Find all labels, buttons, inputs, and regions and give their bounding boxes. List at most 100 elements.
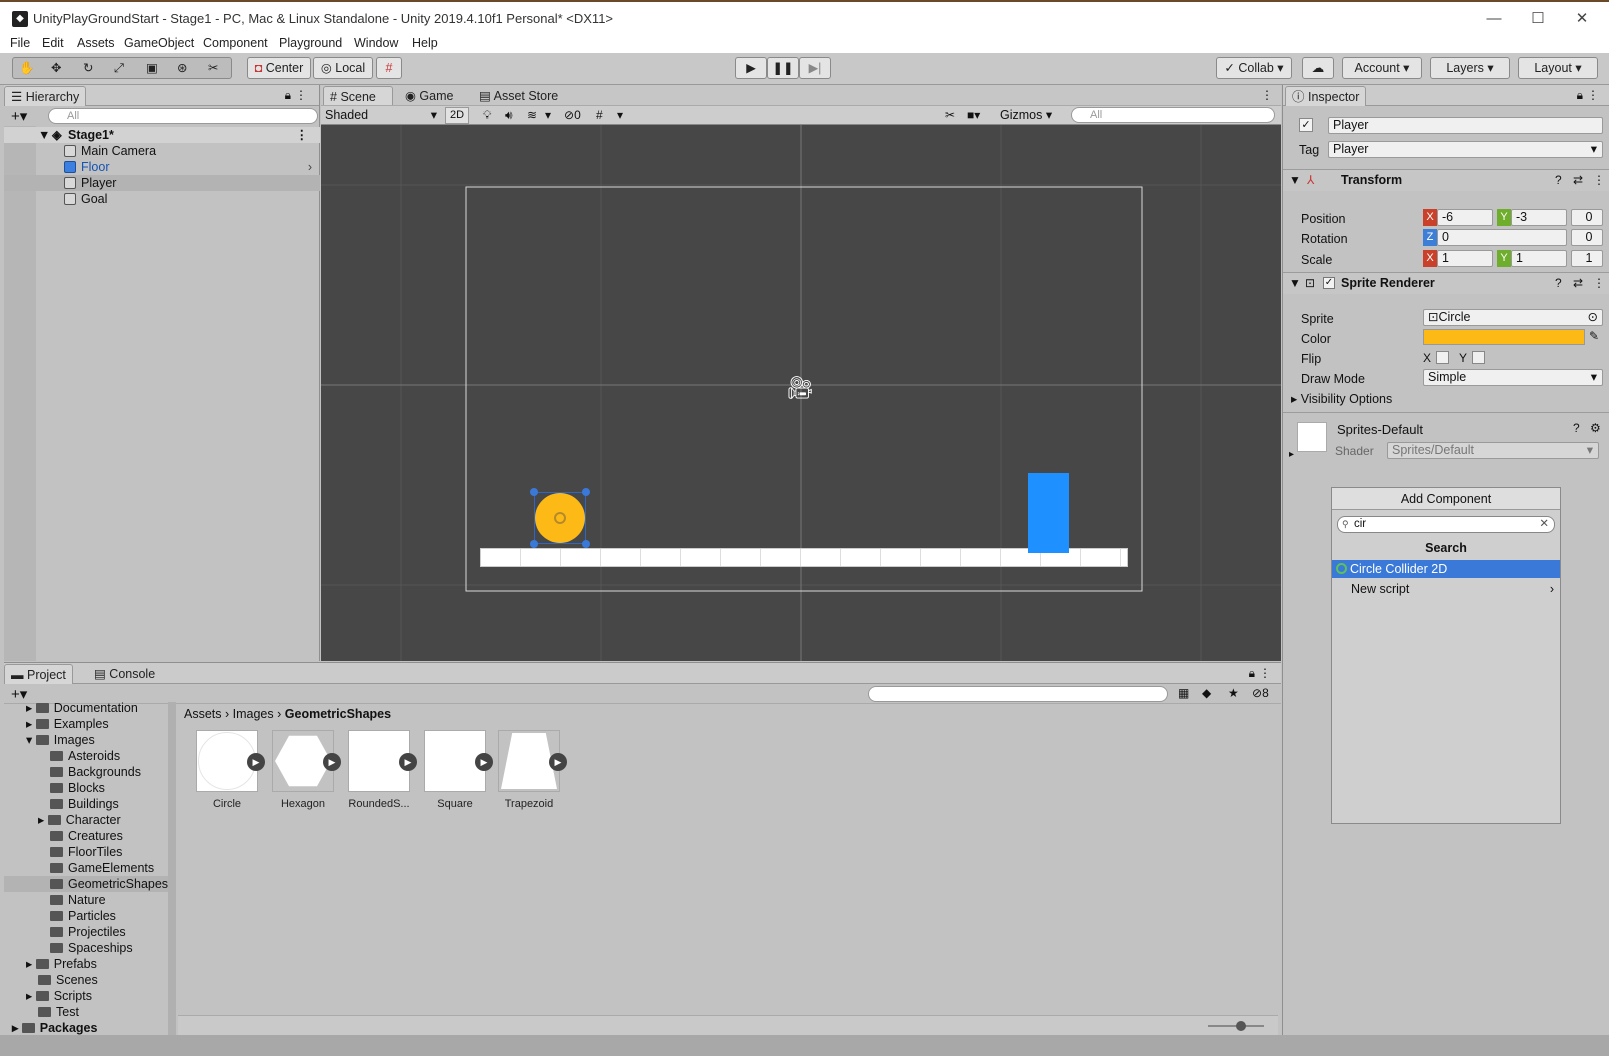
player-selection-box[interactable] xyxy=(530,488,590,548)
scene-menu-icon[interactable]: ⋮ xyxy=(296,127,309,143)
scale-x-field[interactable]: 1 xyxy=(1437,250,1493,267)
shading-dropdown[interactable]: Shaded ▾ xyxy=(323,107,441,124)
tree-item-projectiles[interactable]: Projectiles xyxy=(50,924,126,940)
transform-header[interactable]: ▼ ⅄ Transform ? ⇄ ⋮ xyxy=(1283,169,1609,191)
kebab-menu-icon[interactable]: ⋮ xyxy=(1587,88,1599,102)
layers-dropdown[interactable]: Layers ▾ xyxy=(1430,57,1510,79)
tree-item-packages[interactable]: ▸ Packages xyxy=(12,1020,97,1036)
collab-dropdown[interactable]: ✓ Collab ▾ xyxy=(1216,57,1292,79)
tree-item-geometricshapes[interactable]: GeometricShapes xyxy=(4,876,175,892)
step-button[interactable]: ▶| xyxy=(799,57,831,79)
pivot-local-button[interactable]: ◎ Local xyxy=(313,57,373,79)
effects-icon[interactable]: ≋ xyxy=(527,108,537,122)
menu-help[interactable]: Help xyxy=(412,35,438,51)
scene-canvas[interactable]: 🎥︎ xyxy=(321,125,1281,661)
shader-dropdown[interactable]: Sprites/Default ▾ xyxy=(1387,442,1599,459)
tab-asset-store[interactable]: ▤ Asset Store xyxy=(473,86,564,106)
help-icon[interactable]: ? xyxy=(1555,173,1562,187)
visibility-options-foldout[interactable]: ▸ Visibility Options xyxy=(1291,391,1392,407)
tab-project[interactable]: ▬ Project xyxy=(4,664,73,684)
tree-item-floortiles[interactable]: FloorTiles xyxy=(50,844,122,860)
tree-item-examples[interactable]: ▸ Examples xyxy=(26,716,109,732)
gizmos-dropdown[interactable]: Gizmos ▾ xyxy=(997,107,1057,124)
project-search-input[interactable] xyxy=(868,686,1168,702)
scene-row[interactable]: ▼ ◈ Stage1* ⋮ xyxy=(4,127,320,143)
tree-item-particles[interactable]: Particles xyxy=(50,908,116,924)
tree-item-scenes[interactable]: Scenes xyxy=(38,972,98,988)
tab-console[interactable]: ▤ Console xyxy=(88,664,161,684)
flip-y-checkbox[interactable] xyxy=(1472,351,1485,364)
menu-edit[interactable]: Edit xyxy=(42,35,64,51)
asset-trapezoid[interactable]: ▶ Trapezoid xyxy=(498,730,567,810)
axis-y-label[interactable]: Y xyxy=(1497,250,1511,267)
menu-playground[interactable]: Playground xyxy=(279,35,342,51)
lock-icon[interactable]: 🔒︎ xyxy=(1249,666,1255,681)
close-icon[interactable]: ✕ xyxy=(1564,8,1600,30)
expand-play-icon[interactable]: ▶ xyxy=(323,753,341,771)
breadcrumb-images[interactable]: Images xyxy=(233,707,274,721)
tree-scrollbar[interactable] xyxy=(168,702,176,1036)
breadcrumb-assets[interactable]: Assets xyxy=(184,707,222,721)
axis-z-label[interactable]: Z xyxy=(1423,229,1437,246)
rotation-extra-field[interactable]: 0 xyxy=(1571,229,1603,246)
play-button[interactable]: ▶ xyxy=(735,57,767,79)
preset-icon[interactable]: ⇄ xyxy=(1573,276,1583,290)
favorite-star-icon[interactable]: ★ xyxy=(1228,686,1239,700)
tree-item-gameelements[interactable]: GameElements xyxy=(50,860,154,876)
component-menu-icon[interactable]: ⋮ xyxy=(1593,276,1605,290)
grid-snap-button[interactable]: # xyxy=(376,57,402,79)
menu-window[interactable]: Window xyxy=(354,35,398,51)
sprite-field[interactable]: ⊡Circle ⊙ xyxy=(1423,309,1603,326)
hierarchy-item-main-camera[interactable]: Main Camera xyxy=(4,143,320,159)
menu-gameobject[interactable]: GameObject xyxy=(124,35,194,51)
result-new-script[interactable]: New script › xyxy=(1332,580,1560,598)
kebab-menu-icon[interactable]: ⋮ xyxy=(295,88,307,102)
tab-hierarchy[interactable]: ☰ Hierarchy xyxy=(4,86,87,106)
expand-arrow-icon[interactable]: ▸ xyxy=(1289,449,1294,460)
tree-item-buildings[interactable]: Buildings xyxy=(50,796,119,812)
expand-play-icon[interactable]: ▶ xyxy=(247,753,265,771)
transform-tool-icon[interactable]: ⊛ xyxy=(177,58,187,78)
expand-play-icon[interactable]: ▶ xyxy=(475,753,493,771)
hand-tool-icon[interactable]: ✋ xyxy=(19,58,35,78)
clear-search-icon[interactable]: ✕ xyxy=(1539,517,1549,532)
hierarchy-search-input[interactable]: All xyxy=(48,108,318,124)
hidden-packages-icon[interactable]: ⊘8 xyxy=(1252,686,1269,700)
hierarchy-item-goal[interactable]: Goal xyxy=(4,191,320,207)
sprite-renderer-header[interactable]: ▼ ⊡ ✓ Sprite Renderer ? ⇄ ⋮ xyxy=(1283,272,1609,294)
camera-gizmo-icon[interactable]: 🎥︎ xyxy=(786,375,814,401)
asset-roundedsquare[interactable]: ▶ RoundedS... xyxy=(348,730,417,810)
component-menu-icon[interactable]: ⋮ xyxy=(1593,173,1605,187)
result-circle-collider-2d[interactable]: Circle Collider 2D xyxy=(1332,560,1560,578)
pivot-handle[interactable] xyxy=(554,512,566,524)
pivot-center-button[interactable]: ◘ Center xyxy=(247,57,311,79)
asset-square[interactable]: ▶ Square xyxy=(424,730,493,810)
toggle-2d-button[interactable]: 2D xyxy=(445,107,469,124)
chevron-right-icon[interactable]: › xyxy=(308,159,312,175)
tree-item-creatures[interactable]: Creatures xyxy=(50,828,123,844)
tree-item-documentation[interactable]: ▸ Documentation xyxy=(26,700,138,716)
filter-type-icon[interactable]: ▦ xyxy=(1178,686,1189,700)
scene-search-input[interactable]: All xyxy=(1071,107,1275,123)
scene-menu-kebab-icon[interactable]: ⋮ xyxy=(1261,88,1273,102)
tree-item-blocks[interactable]: Blocks xyxy=(50,780,105,796)
collapse-arrow-icon[interactable]: ▼ xyxy=(1289,173,1301,187)
scale-z-field[interactable]: 1 xyxy=(1571,250,1603,267)
layout-dropdown[interactable]: Layout ▾ xyxy=(1518,57,1598,79)
tab-scene[interactable]: # Scene xyxy=(323,86,393,106)
eyedropper-icon[interactable]: ✎ xyxy=(1589,329,1599,343)
hierarchy-item-floor[interactable]: Floor › xyxy=(4,159,320,175)
draw-mode-dropdown[interactable]: Simple ▾ xyxy=(1423,369,1603,386)
tree-item-images[interactable]: ▾ Images xyxy=(26,732,95,748)
axis-y-label[interactable]: Y xyxy=(1497,209,1511,226)
rect-tool-icon[interactable]: ▣ xyxy=(146,58,158,78)
tag-dropdown[interactable]: Player ▾ xyxy=(1328,141,1603,158)
color-swatch[interactable] xyxy=(1423,329,1585,345)
tree-item-prefabs[interactable]: ▸ Prefabs xyxy=(26,956,97,972)
expand-play-icon[interactable]: ▶ xyxy=(549,753,567,771)
scale-y-field[interactable]: 1 xyxy=(1511,250,1567,267)
create-plus-icon[interactable]: +▾ xyxy=(11,685,27,703)
active-checkbox[interactable]: ✓ xyxy=(1299,118,1313,132)
lock-icon[interactable]: 🔒︎ xyxy=(285,88,291,103)
lighting-icon[interactable]: 💡︎ xyxy=(483,108,491,123)
